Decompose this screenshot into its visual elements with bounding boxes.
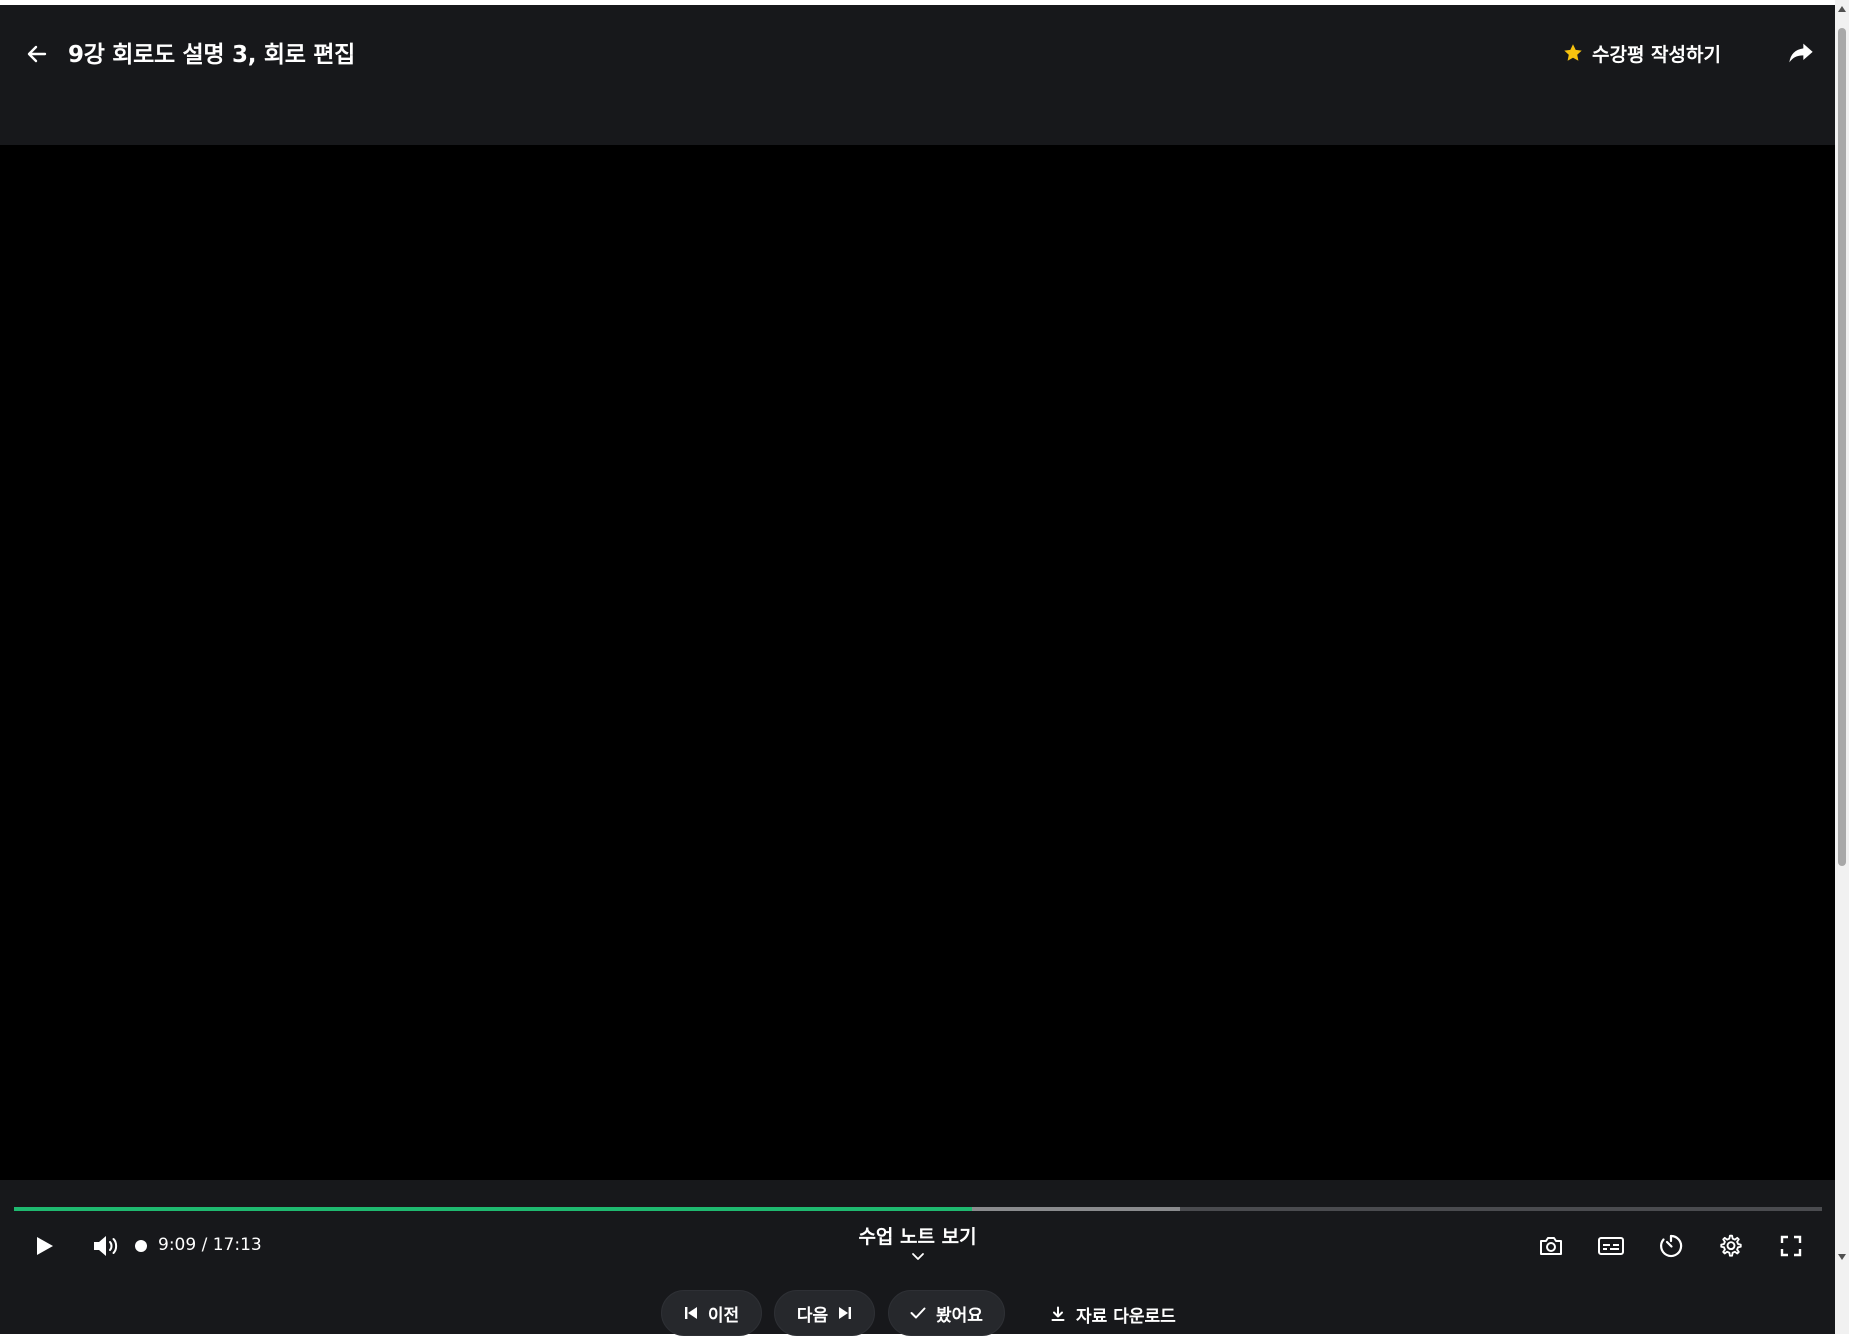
settings-button[interactable] [1711, 1226, 1751, 1266]
fullscreen-icon [1780, 1235, 1802, 1257]
download-icon [1051, 1306, 1065, 1321]
live-indicator-dot [135, 1240, 147, 1252]
page-title: 9강 회로도 설명 3, 회로 편집 [68, 42, 355, 68]
skip-next-icon [839, 1307, 852, 1319]
progress-bar[interactable] [14, 1207, 1822, 1211]
screenshot-button[interactable] [1531, 1226, 1571, 1266]
timer-icon [1660, 1234, 1683, 1258]
previous-lecture-label: 이전 [707, 1305, 740, 1326]
scrollbar-thumb[interactable] [1838, 28, 1846, 866]
play-icon [37, 1237, 53, 1255]
fullscreen-button[interactable] [1771, 1226, 1811, 1266]
play-button[interactable] [24, 1226, 64, 1266]
class-notes-toggle[interactable]: 수업 노트 보기 [850, 1222, 985, 1272]
previous-lecture-button[interactable]: 이전 [661, 1290, 762, 1336]
scroll-down-arrow-icon[interactable] [1837, 1252, 1847, 1262]
camera-icon [1540, 1237, 1562, 1255]
arrow-left-icon [27, 45, 47, 63]
write-review-button[interactable]: 수강평 작성하기 [1562, 35, 1721, 71]
gear-icon [1720, 1234, 1742, 1257]
page-scrollbar[interactable] [1835, 0, 1849, 1334]
next-lecture-label: 다음 [796, 1305, 829, 1326]
skip-previous-icon [684, 1307, 697, 1319]
subtitles-icon [1598, 1237, 1624, 1255]
check-icon [910, 1307, 926, 1319]
share-button[interactable] [1783, 35, 1819, 71]
subtitles-button[interactable] [1591, 1226, 1631, 1266]
download-materials-label: 자료 다운로드 [1076, 1306, 1176, 1327]
playback-speed-button[interactable] [1651, 1226, 1691, 1266]
download-materials-button[interactable]: 자료 다운로드 [1050, 1297, 1176, 1331]
progress-played [14, 1207, 973, 1211]
video-area[interactable] [0, 145, 1835, 1180]
header-bar: 9강 회로도 설명 3, 회로 편집 수강평 작성하기 [0, 5, 1835, 145]
class-notes-label: 수업 노트 보기 [858, 1226, 977, 1248]
write-review-label: 수강평 작성하기 [1592, 43, 1721, 66]
player-controls: 9:09 / 17:13 수업 노트 보기 이전 다음 봤어요 자료 다운로드 [0, 1180, 1835, 1336]
back-button[interactable] [20, 37, 54, 71]
volume-icon [94, 1236, 118, 1256]
scroll-up-arrow-icon[interactable] [1837, 4, 1847, 14]
chevron-down-icon [911, 1253, 924, 1260]
mark-watched-button[interactable]: 봤어요 [888, 1290, 1005, 1336]
mark-watched-label: 봤어요 [936, 1305, 983, 1326]
star-icon [1564, 44, 1582, 61]
volume-button[interactable] [86, 1226, 126, 1266]
time-display: 9:09 / 17:13 [158, 1235, 262, 1255]
lecture-player-page: 9강 회로도 설명 3, 회로 편집 수강평 작성하기 9:09 / 17:13… [0, 5, 1835, 1336]
share-icon [1789, 43, 1813, 63]
next-lecture-button[interactable]: 다음 [774, 1290, 875, 1336]
